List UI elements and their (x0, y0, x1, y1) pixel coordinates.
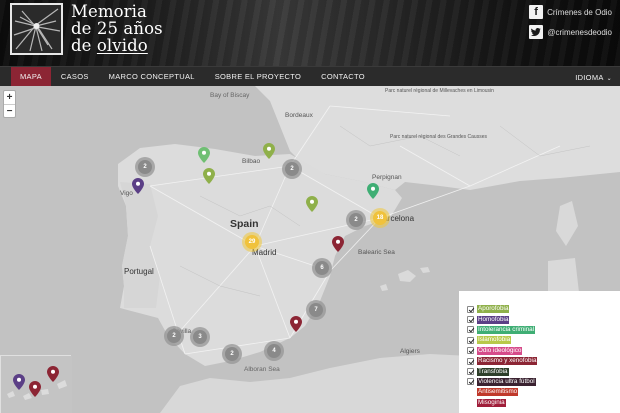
legend-item[interactable]: Antisemitismo (467, 387, 620, 397)
legend-item[interactable]: Homofobia (467, 314, 620, 324)
map-pin-green-icon[interactable] (367, 183, 379, 199)
legend-checkbox[interactable] (467, 326, 474, 334)
map-cluster[interactable]: 29 (242, 232, 262, 252)
label-bordeaux: Bordeaux (285, 112, 313, 119)
legend-label: Aporofobia (477, 305, 510, 314)
map-pin-maroon-icon[interactable] (290, 316, 302, 332)
zoom-out-button[interactable]: − (4, 104, 15, 117)
twitter-icon (529, 25, 544, 39)
legend-checkbox[interactable] (467, 336, 474, 344)
facebook-link[interactable]: f Crímenes de Odio (529, 5, 612, 19)
legend-checkbox[interactable] (467, 378, 474, 386)
title-line-2: de 25 años (71, 19, 163, 38)
label-perpignan: Perpignan (372, 174, 402, 181)
site-title[interactable]: Memoria de 25 años de olvido (71, 3, 163, 54)
map-pin-green-icon[interactable] (198, 147, 210, 163)
main-nav: MAPA CASOS MARCO CONCEPTUAL SOBRE EL PRO… (0, 66, 620, 87)
label-vigo: Vigo (120, 190, 133, 197)
legend-checkbox[interactable] (467, 316, 474, 324)
map-pin-olive-icon[interactable] (263, 143, 275, 159)
language-selector[interactable]: IDIOMA ⌄ (575, 67, 612, 87)
title-line-3: de olvido (71, 37, 163, 54)
zoom-in-button[interactable]: + (4, 91, 15, 104)
map-cluster[interactable]: 18 (370, 208, 390, 228)
legend-label: Odio ideológico (477, 346, 523, 355)
map-cluster[interactable]: 3 (190, 327, 210, 347)
legend-label: Racismo y xenofobia (477, 357, 538, 366)
legend-checkbox[interactable] (467, 368, 474, 376)
facebook-label: Crímenes de Odio (547, 7, 612, 17)
map-pin-olive-icon[interactable] (306, 196, 318, 212)
map-pin-purple-icon[interactable] (13, 374, 25, 390)
legend-item[interactable]: Misoginia (467, 398, 620, 408)
chevron-down-icon: ⌄ (606, 76, 612, 82)
label-spain: Spain (230, 218, 259, 230)
legend-label: Transfobia (477, 367, 509, 376)
legend-item[interactable]: Intolerancia criminal (467, 325, 620, 335)
nav-item-sobre-el-proyecto[interactable]: SOBRE EL PROYECTO (205, 67, 311, 87)
nav-item-marco-conceptual[interactable]: MARCO CONCEPTUAL (99, 67, 205, 87)
legend-checkbox[interactable] (467, 305, 474, 313)
category-legend: Aporofobia Homofobia Intolerancia crimin… (459, 291, 620, 413)
map-cluster[interactable]: 2 (346, 210, 366, 230)
map-pin-maroon-icon[interactable] (47, 366, 59, 382)
legend-item[interactable]: Aporofobia (467, 304, 620, 314)
title-word-olvido: olvido (96, 36, 148, 55)
legend-label: Antisemitismo (477, 388, 519, 397)
twitter-link[interactable]: @crimenesdeodio (529, 25, 612, 39)
site-header: Memoria de 25 años de olvido f Crímenes … (0, 0, 620, 66)
map-pin-purple-icon[interactable] (132, 178, 144, 194)
map-cluster[interactable]: 4 (264, 341, 284, 361)
nav-item-mapa[interactable]: MAPA (11, 66, 51, 87)
map-cluster[interactable]: 7 (306, 300, 326, 320)
map-canvas[interactable]: Bay of Biscay Bordeaux Parc naturel régi… (0, 86, 620, 413)
legend-label: Misoginia (477, 398, 506, 407)
title-word-de: de (71, 36, 92, 55)
facebook-icon: f (529, 5, 544, 19)
legend-checkbox[interactable] (467, 347, 474, 355)
site-logo[interactable] (10, 3, 63, 55)
canary-islands-inset[interactable] (0, 355, 72, 413)
legend-label: Islamofobia (477, 336, 512, 345)
legend-item[interactable]: Transfobia (467, 366, 620, 376)
label-algiers: Algiers (400, 348, 420, 355)
legend-label: Violencia ultra fútbol (477, 377, 536, 386)
label-causses: Parc naturel régional des Grandes Causse… (390, 134, 487, 140)
label-millevaches: Parc naturel régional de Millevaches en … (385, 88, 494, 94)
map-pin-olive-icon[interactable] (203, 168, 215, 184)
map-cluster[interactable]: 2 (164, 326, 184, 346)
nav-item-casos[interactable]: CASOS (51, 67, 99, 87)
map-pin-maroon-icon[interactable] (29, 381, 41, 397)
legend-item[interactable]: Racismo y xenofobia (467, 356, 620, 366)
legend-item[interactable]: Islamofobia (467, 335, 620, 345)
map-cluster[interactable]: 6 (312, 258, 332, 278)
label-portugal: Portugal (124, 267, 154, 276)
nav-item-contacto[interactable]: CONTACTO (311, 67, 375, 87)
legend-item[interactable]: Odio ideológico (467, 346, 620, 356)
map-cluster[interactable]: 2 (282, 159, 302, 179)
twitter-label: @crimenesdeodio (547, 27, 612, 37)
legend-label: Intolerancia criminal (477, 325, 535, 334)
logo-graphic (12, 5, 61, 53)
label-bay-of-biscay: Bay of Biscay (210, 92, 250, 99)
zoom-control: + − (3, 90, 16, 118)
label-balearic-sea: Balearic Sea (358, 249, 395, 256)
map-cluster[interactable]: 2 (135, 157, 155, 177)
map-pin-maroon-icon[interactable] (332, 236, 344, 252)
title-line-1: Memoria (71, 2, 147, 21)
map-cluster[interactable]: 2 (222, 344, 242, 364)
label-bilbao: Bilbao (242, 158, 261, 165)
legend-label: Homofobia (477, 315, 510, 324)
language-label: IDIOMA (575, 72, 604, 82)
label-alboran-sea: Alboran Sea (244, 366, 280, 373)
legend-item[interactable]: Violencia ultra fútbol (467, 377, 620, 387)
legend-checkbox[interactable] (467, 357, 474, 365)
